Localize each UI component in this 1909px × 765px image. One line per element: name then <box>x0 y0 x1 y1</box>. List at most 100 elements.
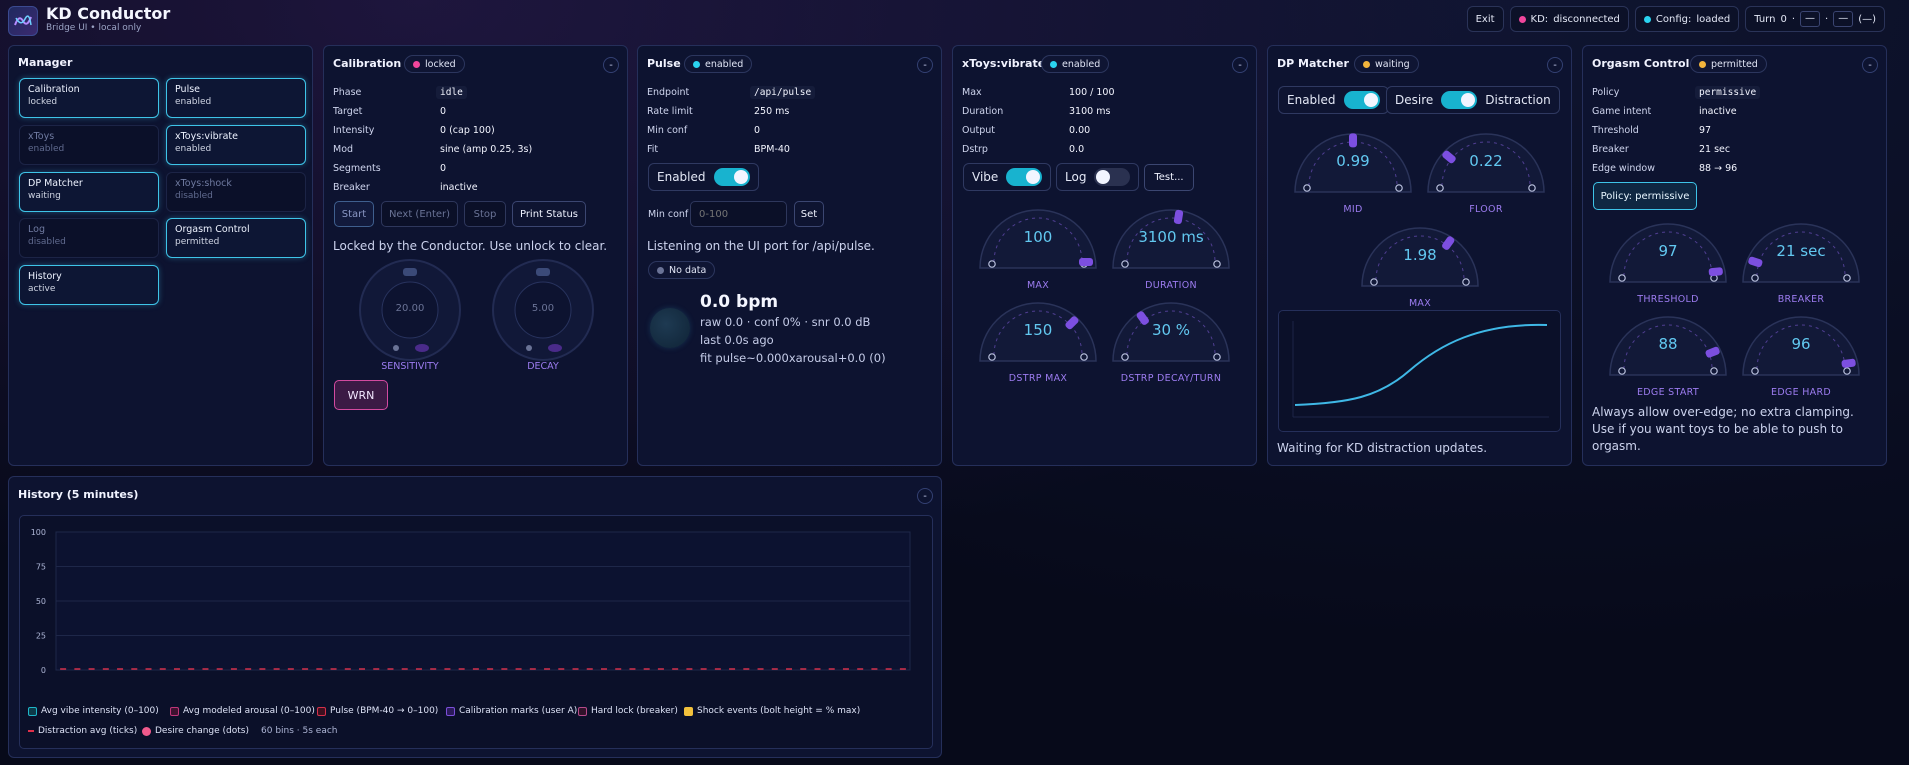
manager-card-history[interactable]: History active <box>19 265 159 305</box>
vibrate-collapse-button[interactable]: - <box>1232 57 1248 73</box>
pulse-raw: raw 0.0 · conf 0% · snr 0.0 dB <box>700 315 871 329</box>
manager-panel: Manager Calibration locked Pulse enabled… <box>8 45 313 466</box>
field-value: 0 (cap 100) <box>440 125 495 136</box>
toggle-switch[interactable] <box>1094 168 1131 186</box>
field-key: Endpoint <box>647 87 690 98</box>
orgasm-badge: permitted <box>1690 55 1767 73</box>
turn-pill: Turn 0 · — · — (—) <box>1745 6 1885 32</box>
manager-card-name: History <box>28 271 62 282</box>
manager-card-pulse[interactable]: Pulse enabled <box>166 78 306 118</box>
turn-label: Turn <box>1754 13 1776 25</box>
orgasm-control-panel: Orgasm Control permitted - Policy permis… <box>1582 45 1887 466</box>
manager-card-name: Log <box>28 224 45 235</box>
field-value: 250 ms <box>754 106 790 117</box>
legend-label: Desire change (dots) <box>155 726 249 736</box>
orgasm-collapse-button[interactable]: - <box>1862 57 1878 73</box>
gauge-floor[interactable]: 0.22 FLOOR <box>1425 122 1547 215</box>
stop-button[interactable]: Stop <box>464 201 506 227</box>
min-conf-input[interactable] <box>690 201 787 227</box>
gauge-mid[interactable]: 0.99 MID <box>1292 122 1414 215</box>
manager-card-xtoys-shock[interactable]: xToys:shock disabled <box>166 172 306 212</box>
manager-card-calibration[interactable]: Calibration locked <box>19 78 159 118</box>
legend-label: Avg modeled arousal (0–100) <box>183 706 315 716</box>
sensitivity-knob[interactable]: 20.00 <box>356 256 464 364</box>
field-key: Phase <box>333 87 362 98</box>
start-button[interactable]: Start <box>334 201 374 227</box>
legend-label: Hard lock (breaker) <box>591 706 678 716</box>
pulse-bpm: 0.0 bpm <box>700 292 779 312</box>
badge-label: enabled <box>1062 58 1101 70</box>
field-key: Segments <box>333 163 381 174</box>
manager-card-status: enabled <box>175 97 212 107</box>
dp-matcher-collapse-button[interactable]: - <box>1547 57 1563 73</box>
legend-label: Shock events (bolt height = % max) <box>697 706 861 716</box>
manager-card-xtoys-vibrate[interactable]: xToys:vibrate enabled <box>166 125 306 165</box>
vibe-toggle[interactable]: Vibe <box>963 163 1052 191</box>
field-value: inactive <box>440 182 478 193</box>
toggle-label: Log <box>1065 170 1087 184</box>
field-value: BPM-40 <box>754 144 790 155</box>
kd-status: disconnected <box>1553 13 1620 25</box>
field-key: Intensity <box>333 125 375 136</box>
gauge-max[interactable]: 100 MAX <box>977 198 1099 291</box>
badge-dot <box>1050 60 1057 68</box>
legend-tick <box>28 730 34 732</box>
next-button[interactable]: Next (Enter) <box>381 201 458 227</box>
history-bins-note: 60 bins · 5s each <box>261 726 338 736</box>
field-value: /api/pulse <box>750 86 816 99</box>
min-conf-label: Min conf <box>648 209 689 220</box>
exit-button[interactable]: Exit <box>1466 6 1504 32</box>
vibrate-test-button[interactable]: Test... <box>1144 164 1194 191</box>
turn-slot-1: — <box>1800 11 1820 27</box>
log-toggle[interactable]: Log <box>1056 163 1140 191</box>
pulse-listening-message: Listening on the UI port for /api/pulse. <box>647 239 875 253</box>
gauge-label: EDGE HARD <box>1771 387 1831 398</box>
dp-enabled-toggle[interactable]: Enabled <box>1278 86 1389 114</box>
calibration-collapse-button[interactable]: - <box>603 57 619 73</box>
field-key: Mod <box>333 144 354 155</box>
turn-slot-3: — <box>1833 11 1854 27</box>
gauge-dstrp-decay[interactable]: 30 % DSTRP DECAY/TURN <box>1110 291 1232 384</box>
manager-card-orgasm-control[interactable]: Orgasm Control permitted <box>166 218 306 258</box>
legend-swatch <box>578 706 587 716</box>
gauge-edge-start[interactable]: 88 EDGE START <box>1607 305 1729 398</box>
manager-card-xtoys[interactable]: xToys enabled <box>19 125 159 165</box>
gauge-dstrp-max[interactable]: 150 DSTRP MAX <box>977 291 1099 384</box>
toggle-switch[interactable] <box>1006 168 1043 186</box>
manager-card-dp-matcher[interactable]: DP Matcher waiting <box>19 172 159 212</box>
desire-distraction-toggle[interactable]: Desire Distraction <box>1386 86 1560 114</box>
toggle-label-right: Distraction <box>1485 93 1551 107</box>
print-status-button[interactable]: Print Status <box>512 201 586 227</box>
pulse-collapse-button[interactable]: - <box>917 57 933 73</box>
gauge-duration[interactable]: 3100 ms DURATION <box>1110 198 1232 291</box>
gauge-dp-max[interactable]: 1.98 MAX <box>1359 216 1481 309</box>
orgasm-message: Always allow over-edge; no extra clampin… <box>1592 405 1854 453</box>
gauge-label: BREAKER <box>1777 294 1825 305</box>
gauge-edge-hard[interactable]: 96 EDGE HARD <box>1740 305 1862 398</box>
legend-item: Shock events (bolt height = % max) <box>684 706 860 716</box>
field-value: idle <box>436 86 467 99</box>
toggle-switch[interactable] <box>1441 91 1478 109</box>
config-label: Config: <box>1655 13 1692 25</box>
min-conf-set-button[interactable]: Set <box>794 201 824 227</box>
toggle-switch[interactable] <box>713 168 750 186</box>
history-collapse-button[interactable]: - <box>917 488 933 504</box>
gauge-label: EDGE START <box>1636 387 1699 398</box>
history-title: History (5 minutes) <box>18 488 139 501</box>
pulse-enabled-toggle[interactable]: Enabled <box>648 163 759 191</box>
gauge-value: 88 <box>1658 335 1678 353</box>
manager-card-name: Pulse <box>175 84 201 95</box>
field-key: Target <box>333 106 363 117</box>
badge-dot <box>1699 60 1706 68</box>
gauge-threshold[interactable]: 97 THRESHOLD <box>1607 212 1729 305</box>
manager-card-status: locked <box>28 97 58 107</box>
decay-knob[interactable]: 5.00 <box>489 256 597 364</box>
wrn-button[interactable]: WRN <box>334 380 388 410</box>
manager-card-status: disabled <box>28 237 66 247</box>
gauge-breaker[interactable]: 21 sec BREAKER <box>1740 212 1862 305</box>
field-value: 0.0 <box>1069 144 1085 155</box>
toggle-switch[interactable] <box>1343 91 1380 109</box>
policy-button[interactable]: Policy: permissive <box>1593 182 1697 210</box>
manager-card-log[interactable]: Log disabled <box>19 218 159 258</box>
y-tick-label: 25 <box>36 632 46 641</box>
